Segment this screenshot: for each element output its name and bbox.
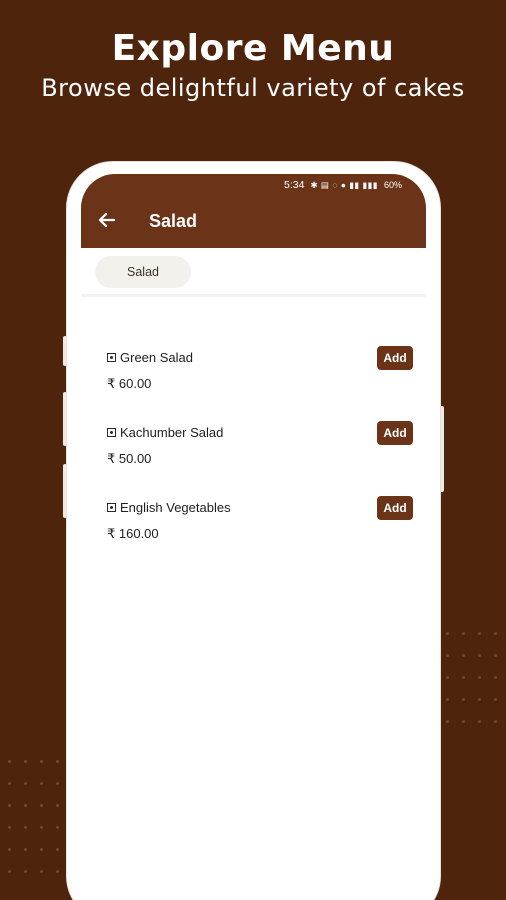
decorative-dot: [24, 826, 27, 829]
item-price: ₹ 160.00: [107, 526, 159, 541]
decorative-dot: [40, 760, 43, 763]
decorative-dot: [462, 654, 465, 657]
decorative-dot: [462, 632, 465, 635]
decorative-dot: [494, 698, 497, 701]
decorative-dot: [40, 804, 43, 807]
decorative-dot: [462, 720, 465, 723]
decorative-dot: [24, 870, 27, 873]
decorative-dot: [478, 632, 481, 635]
decorative-dot: [56, 848, 59, 851]
decorative-dot: [56, 760, 59, 763]
decorative-dot: [40, 870, 43, 873]
decorative-dot: [56, 804, 59, 807]
decorative-dot: [494, 676, 497, 679]
decorative-dot: [8, 826, 11, 829]
item-price: ₹ 60.00: [107, 376, 152, 391]
decorative-dot: [8, 848, 11, 851]
status-icons: ✱ ▤ ◌ ● ▮▮ ▮▮▮: [310, 179, 378, 190]
decorative-dot: [494, 632, 497, 635]
add-button[interactable]: Add: [377, 346, 413, 370]
menu-item: English Vegetables ₹ 160.00 Add: [107, 496, 413, 550]
decorative-dot: [478, 676, 481, 679]
decorative-dot: [24, 804, 27, 807]
decorative-dot: [24, 848, 27, 851]
hero-title: Explore Menu: [111, 28, 395, 69]
decorative-dot: [446, 698, 449, 701]
decorative-dot: [40, 848, 43, 851]
decorative-dot: [446, 720, 449, 723]
item-name: Green Salad: [120, 350, 193, 365]
page-title: Salad: [149, 211, 198, 231]
decorative-dot: [8, 782, 11, 785]
item-name: Kachumber Salad: [120, 425, 224, 440]
status-time: 5:34: [284, 179, 305, 191]
decorative-dot: [56, 782, 59, 785]
veg-indicator-icon: [107, 353, 116, 362]
decorative-dot: [494, 654, 497, 657]
app-bar: 5:34 ✱ ▤ ◌ ● ▮▮ ▮▮▮ 60% Salad: [81, 174, 426, 248]
decorative-dot: [24, 782, 27, 785]
decorative-dot: [478, 720, 481, 723]
decorative-dot: [8, 804, 11, 807]
status-bar: 5:34 ✱ ▤ ◌ ● ▮▮ ▮▮▮ 60%: [284, 178, 402, 192]
decorative-dot: [446, 632, 449, 635]
veg-indicator-icon: [107, 428, 116, 437]
battery-level: 60%: [383, 180, 402, 190]
add-button[interactable]: Add: [377, 421, 413, 445]
promo-stage: Explore Menu Browse delightful variety o…: [0, 0, 506, 900]
decorative-dot: [478, 654, 481, 657]
menu-item: Green Salad ₹ 60.00 Add: [107, 346, 413, 400]
phone-screen: 5:34 ✱ ▤ ◌ ● ▮▮ ▮▮▮ 60% Salad Salad Gree…: [81, 174, 426, 900]
arrow-left-icon[interactable]: [97, 210, 119, 232]
decorative-dot: [462, 676, 465, 679]
decorative-dot: [8, 870, 11, 873]
decorative-dot: [56, 826, 59, 829]
decorative-dot: [24, 760, 27, 763]
decorative-dot: [446, 654, 449, 657]
decorative-dot: [8, 760, 11, 763]
phone-side-button: [440, 406, 444, 492]
add-button[interactable]: Add: [377, 496, 413, 520]
category-chip-salad[interactable]: Salad: [95, 256, 191, 288]
hero-subtitle: Browse delightful variety of cakes: [41, 74, 465, 102]
decorative-dot: [478, 698, 481, 701]
decorative-dots-right: [446, 632, 506, 732]
decorative-dot: [56, 870, 59, 873]
item-price: ₹ 50.00: [107, 451, 152, 466]
decorative-dot: [446, 676, 449, 679]
decorative-dots-left: [8, 760, 64, 900]
item-name: English Vegetables: [120, 500, 231, 515]
menu-item: Kachumber Salad ₹ 50.00 Add: [107, 421, 413, 475]
decorative-dot: [40, 782, 43, 785]
veg-indicator-icon: [107, 503, 116, 512]
decorative-dot: [494, 720, 497, 723]
decorative-dot: [462, 698, 465, 701]
decorative-dot: [40, 826, 43, 829]
divider: [81, 294, 426, 297]
